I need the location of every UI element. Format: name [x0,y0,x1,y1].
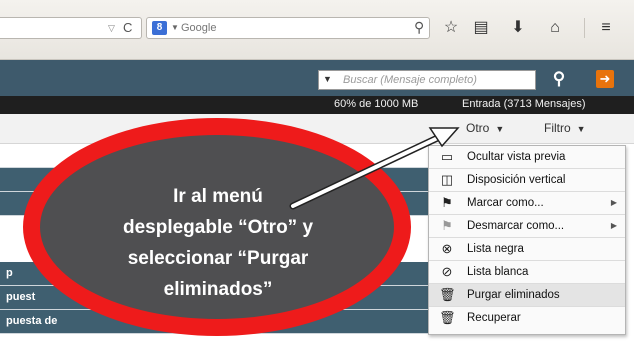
callout-arrow [289,127,460,210]
